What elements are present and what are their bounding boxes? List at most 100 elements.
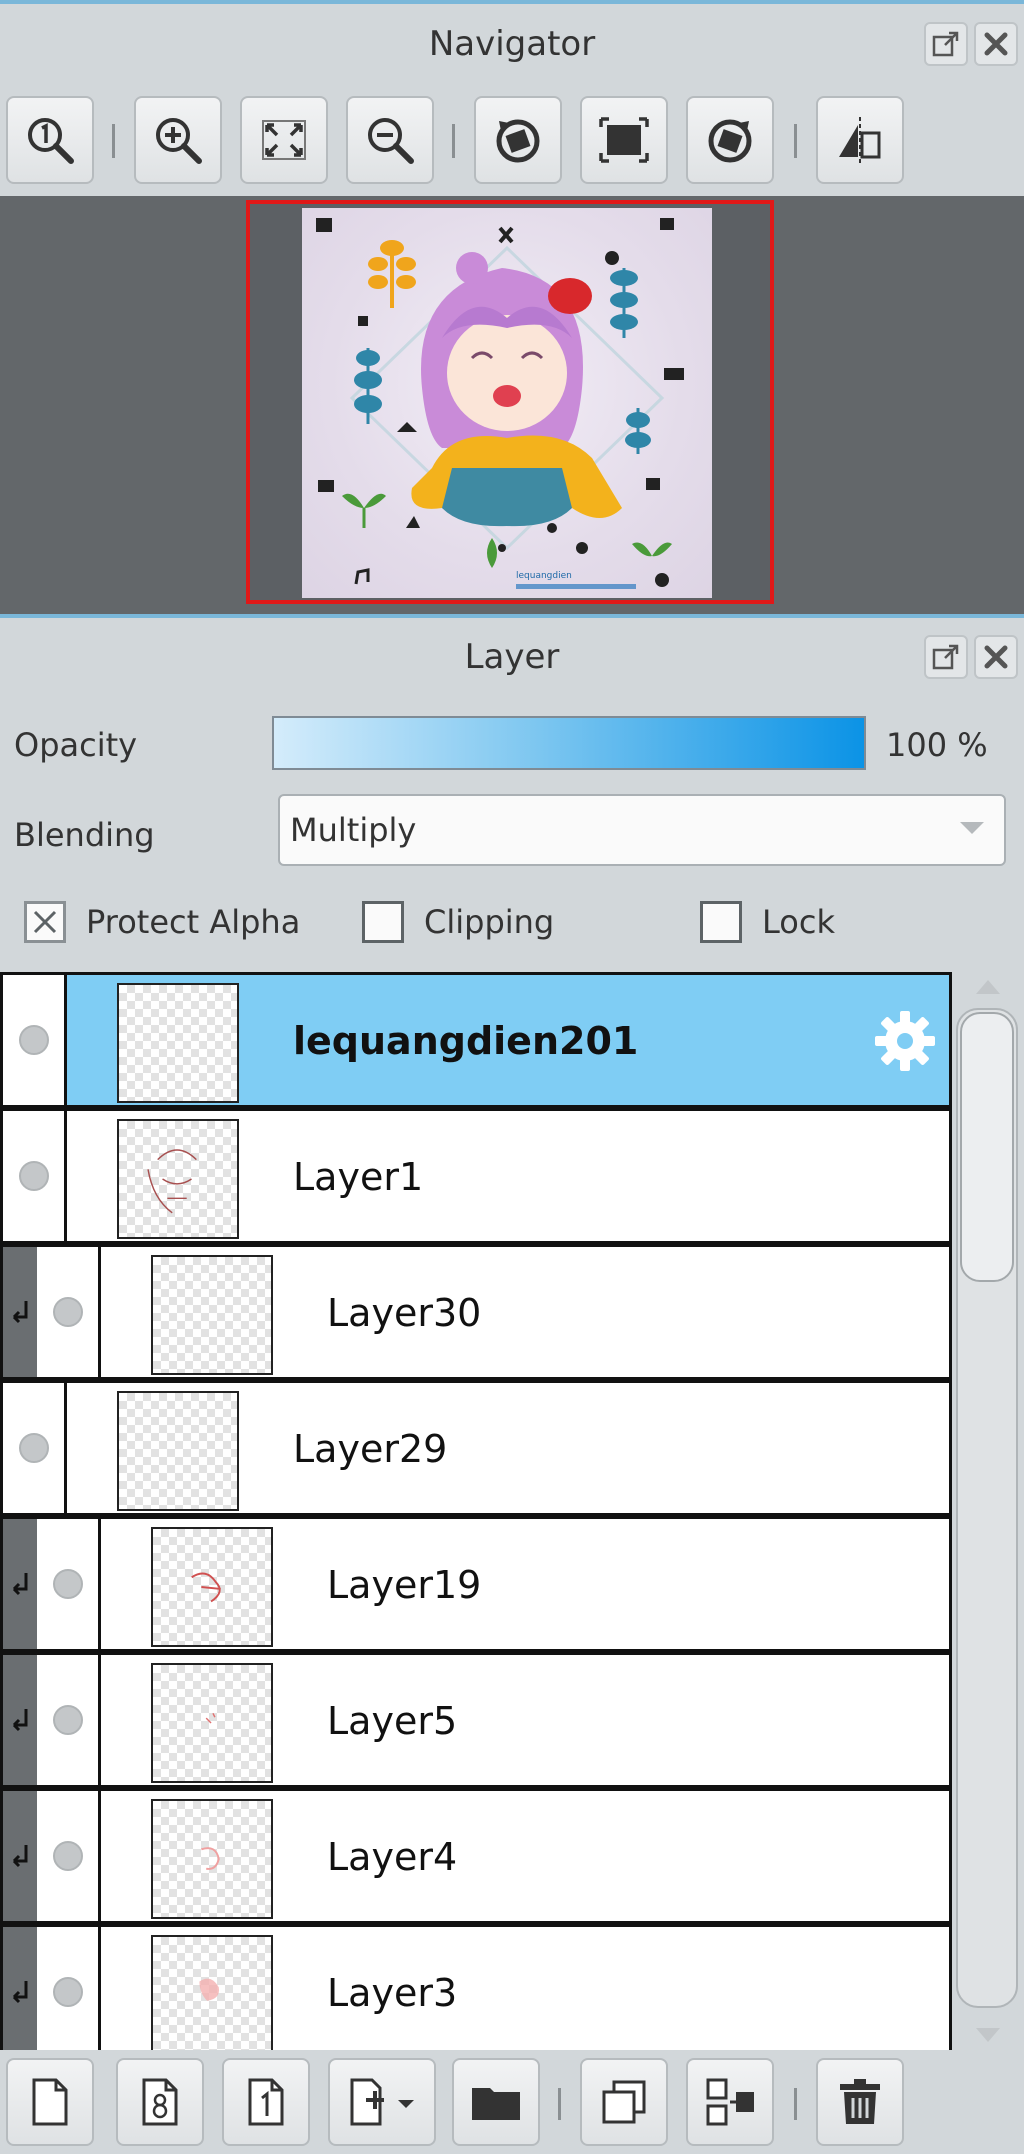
navigator-title: Navigator: [428, 24, 596, 64]
opacity-label: Opacity: [14, 726, 138, 764]
duplicate-icon: [602, 2080, 646, 2124]
layer-name: lequangdien201: [293, 1019, 639, 1063]
navigator-header: Navigator: [0, 0, 1024, 84]
visibility-toggle[interactable]: [37, 1247, 101, 1377]
undock-icon: [932, 31, 959, 57]
page-8-icon: [142, 2078, 178, 2126]
fit-to-window-button[interactable]: [240, 96, 328, 184]
new-layer-button[interactable]: [6, 2058, 94, 2146]
new-1bit-layer-button[interactable]: [222, 2058, 310, 2146]
layer-thumbnail: [151, 1799, 273, 1919]
layer-list-scrollbar[interactable]: [952, 972, 1024, 2050]
rotate-left-button[interactable]: [474, 96, 562, 184]
scrollbar-rail[interactable]: [956, 1008, 1018, 2008]
scrollbar-thumb[interactable]: [960, 1012, 1014, 1282]
zoom-out-icon: [368, 118, 414, 164]
lock-box[interactable]: [700, 901, 742, 943]
layer-row[interactable]: lequangdien201: [0, 972, 952, 1108]
navigator-toolbar: [0, 84, 1024, 196]
visibility-toggle[interactable]: [3, 1111, 67, 1241]
navigator-preview[interactable]: lequangdien: [0, 196, 1024, 614]
visibility-toggle[interactable]: [37, 1791, 101, 1921]
protect-alpha-label: Protect Alpha: [86, 903, 301, 941]
layer-thumbnail: [151, 1527, 273, 1647]
blending-dropdown[interactable]: Multiply: [278, 794, 1006, 866]
layer-thumbnail: [151, 1255, 273, 1375]
duplicate-layer-button[interactable]: [580, 2058, 668, 2146]
new-8bit-layer-button[interactable]: [116, 2058, 204, 2146]
navigator-close-button[interactable]: [974, 22, 1018, 66]
visibility-toggle[interactable]: [37, 1927, 101, 2050]
merge-down-button[interactable]: [686, 2058, 774, 2146]
scroll-down-arrow-icon[interactable]: [976, 2028, 1000, 2042]
clip-arrow-icon: [12, 1301, 28, 1324]
close-icon: [984, 645, 1008, 669]
layer-row[interactable]: Layer5: [0, 1652, 952, 1788]
clip-arrow-icon: [12, 1573, 28, 1596]
artwork-image: lequangdien: [316, 218, 684, 589]
clipping-indicator: [3, 1519, 39, 1649]
add-layer-menu-button[interactable]: [328, 2058, 436, 2146]
layer-close-button[interactable]: [974, 635, 1018, 679]
protect-alpha-box[interactable]: [24, 901, 66, 943]
layer-row[interactable]: Layer19: [0, 1516, 952, 1652]
rotate-right-button[interactable]: [686, 96, 774, 184]
layer-thumbnail: [151, 1663, 273, 1783]
add-page-dropdown-icon: [350, 2078, 414, 2126]
layer-row[interactable]: Layer1: [0, 1108, 952, 1244]
layer-name: Layer1: [293, 1155, 424, 1199]
layer-name: Layer3: [327, 1971, 458, 2015]
clipping-indicator: [3, 1247, 39, 1377]
opacity-slider[interactable]: [272, 716, 866, 770]
zoom-in-button[interactable]: [134, 96, 222, 184]
rotate-right-icon: [708, 119, 752, 163]
layer-undock-button[interactable]: [924, 635, 968, 679]
flip-horizontal-button[interactable]: [816, 96, 904, 184]
new-page-icon: [32, 2078, 68, 2126]
new-folder-button[interactable]: [452, 2058, 540, 2146]
layer-name: Layer30: [327, 1291, 482, 1335]
visibility-dot-icon: [18, 1161, 49, 1191]
visibility-dot-icon: [18, 1025, 49, 1055]
opacity-value: 100 %: [886, 726, 988, 764]
trash-icon: [840, 2079, 880, 2124]
layer-name: Layer5: [327, 1699, 458, 1743]
toolbar-separator: [112, 124, 115, 158]
delete-layer-button[interactable]: [816, 2058, 904, 2146]
clipping-label: Clipping: [424, 903, 555, 941]
layer-thumbnail: [117, 983, 239, 1103]
zoom-one-icon: [28, 118, 74, 164]
reset-view-icon: [599, 117, 649, 163]
layer-thumbnail: [151, 1935, 273, 2050]
clipping-box[interactable]: [362, 901, 404, 943]
visibility-dot-icon: [52, 1569, 83, 1599]
visibility-toggle[interactable]: [3, 1383, 67, 1513]
lock-checkbox[interactable]: Lock: [700, 892, 835, 952]
layer-name: Layer19: [327, 1563, 482, 1607]
layer-bottom-toolbar: [0, 2050, 1024, 2154]
reset-rotation-button[interactable]: [580, 96, 668, 184]
layer-row[interactable]: Layer29: [0, 1380, 952, 1516]
visibility-toggle[interactable]: [37, 1519, 101, 1649]
gear-icon[interactable]: [871, 1007, 939, 1075]
protect-alpha-checkbox[interactable]: Protect Alpha: [24, 892, 300, 952]
preview-watermark: lequangdien: [516, 571, 572, 581]
visibility-dot-icon: [52, 1977, 83, 2007]
toolbar-separator: [794, 124, 797, 158]
lock-label: Lock: [762, 903, 835, 941]
canvas-thumbnail: lequangdien: [302, 208, 712, 598]
layer-row[interactable]: Layer30: [0, 1244, 952, 1380]
layer-thumbnail: [117, 1391, 239, 1511]
layer-row[interactable]: Layer4: [0, 1788, 952, 1924]
layer-panel-body: Opacity 100 % Blending Multiply Protect …: [0, 696, 1024, 2050]
visibility-toggle[interactable]: [37, 1655, 101, 1785]
clip-arrow-icon: [12, 1845, 28, 1868]
visibility-toggle[interactable]: [3, 975, 67, 1105]
zoom-out-button[interactable]: [346, 96, 434, 184]
navigator-undock-button[interactable]: [924, 22, 968, 66]
layer-row[interactable]: Layer3: [0, 1924, 952, 2050]
clipping-checkbox[interactable]: Clipping: [362, 892, 554, 952]
scroll-up-arrow-icon[interactable]: [976, 980, 1000, 994]
view-area-frame[interactable]: lequangdien: [246, 200, 774, 604]
zoom-actual-size-button[interactable]: [6, 96, 94, 184]
